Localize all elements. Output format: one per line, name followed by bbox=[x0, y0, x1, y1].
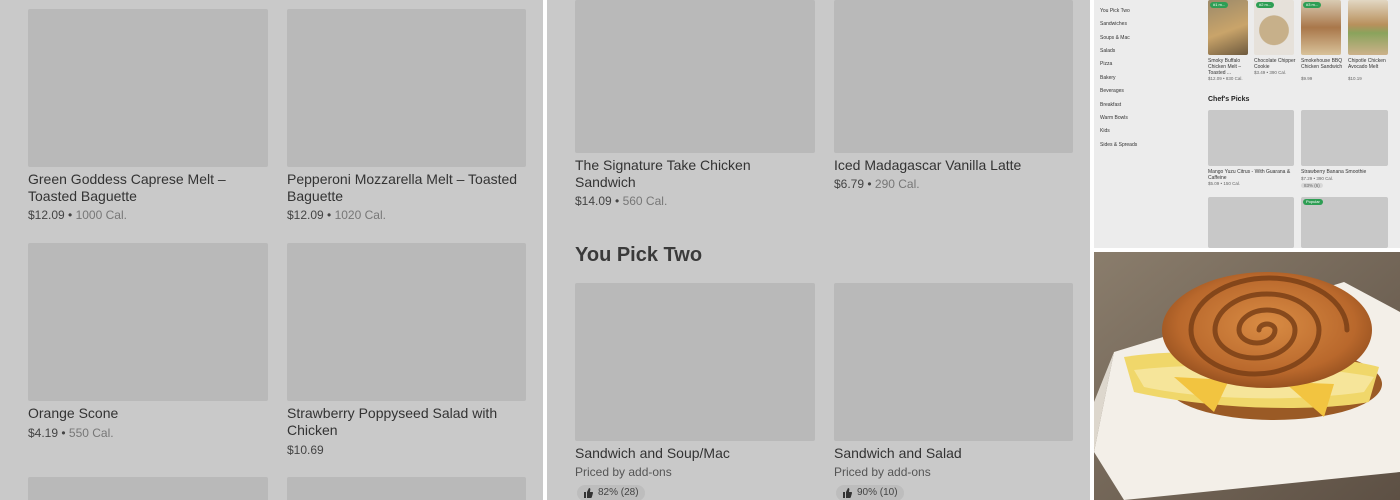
item-price: $3.49 • 390 Cal. bbox=[1254, 70, 1287, 75]
item-title[interactable]: Smoky Buffalo Chicken Melt – Toasted ... bbox=[1208, 58, 1250, 76]
item-title[interactable]: Strawberry Poppyseed Salad with Chicken bbox=[287, 405, 527, 439]
item-title[interactable]: Green Goddess Caprese Melt – Toasted Bag… bbox=[28, 171, 268, 205]
category-link[interactable]: Sandwiches bbox=[1100, 21, 1127, 27]
rating-badge: 90% (10) bbox=[836, 485, 904, 500]
item-price: $5.09 • 150 Cal. bbox=[1208, 181, 1241, 186]
rank-badge: #1 m... bbox=[1210, 2, 1229, 8]
item-image[interactable] bbox=[575, 283, 815, 441]
item-image[interactable] bbox=[834, 283, 1073, 441]
item-title[interactable]: Sandwich and Soup/Mac bbox=[575, 445, 815, 462]
item-price: $7.29 • 390 Cal. bbox=[1301, 176, 1334, 181]
item-subtitle: Priced by add-ons bbox=[834, 465, 931, 479]
category-link[interactable]: Beverages bbox=[1100, 88, 1124, 94]
cinnamon-roll-sandwich-image bbox=[1094, 252, 1400, 500]
item-price: $10.69 bbox=[287, 443, 324, 457]
section-title: You Pick Two bbox=[575, 244, 703, 266]
breakfast-sandwich-photo bbox=[1094, 252, 1400, 500]
item-image[interactable] bbox=[28, 477, 268, 500]
menu-panel-middle: The Signature Take Chicken Sandwich $14.… bbox=[547, 0, 1090, 500]
item-image[interactable] bbox=[287, 477, 526, 500]
item-title[interactable]: Chocolate Chipper Cookie bbox=[1254, 58, 1296, 70]
item-title[interactable]: Chipotle Chicken Avocado Melt bbox=[1348, 58, 1390, 70]
thumbs-up-icon bbox=[584, 488, 593, 498]
item-title[interactable]: Smokehouse BBQ Chicken Sandwich bbox=[1301, 58, 1343, 70]
item-title[interactable]: Mango Yuzu Citrus - With Guarana & Caffe… bbox=[1208, 169, 1296, 181]
item-price: $6.79 • 290 Cal. bbox=[834, 177, 920, 191]
item-price: $14.09 • 560 Cal. bbox=[575, 194, 668, 208]
rank-badge: #3 m... bbox=[1303, 2, 1322, 8]
item-image[interactable] bbox=[1301, 110, 1388, 166]
category-link[interactable]: Bakery bbox=[1100, 75, 1116, 81]
item-image[interactable] bbox=[1208, 110, 1294, 166]
item-price: $10.19 bbox=[1348, 76, 1362, 81]
item-price: $12.09 • 1020 Cal. bbox=[287, 208, 386, 222]
category-link[interactable]: You Pick Two bbox=[1100, 8, 1130, 14]
menu-panel-left: Green Goddess Caprese Melt – Toasted Bag… bbox=[0, 0, 543, 500]
category-link[interactable]: Salads bbox=[1100, 48, 1115, 54]
rating-badge: 83% (6) bbox=[1301, 183, 1323, 188]
item-image[interactable] bbox=[287, 9, 526, 167]
item-image[interactable] bbox=[1208, 0, 1248, 55]
item-title[interactable]: Orange Scone bbox=[28, 405, 268, 422]
item-title[interactable]: Pepperoni Mozzarella Melt – Toasted Bagu… bbox=[287, 171, 527, 205]
item-image[interactable] bbox=[28, 9, 268, 167]
section-title: Chef's Picks bbox=[1208, 96, 1250, 103]
item-image[interactable] bbox=[834, 0, 1073, 153]
category-link[interactable]: Breakfast bbox=[1100, 102, 1121, 108]
item-image[interactable] bbox=[1301, 0, 1341, 55]
item-price: $12.09 • 1000 Cal. bbox=[28, 208, 127, 222]
item-price: $9.99 bbox=[1301, 76, 1313, 81]
item-title[interactable]: Sandwich and Salad bbox=[834, 445, 1074, 462]
item-title[interactable]: The Signature Take Chicken Sandwich bbox=[575, 157, 815, 191]
item-image[interactable] bbox=[28, 243, 268, 401]
store-page-thumbnail: You Pick Two Sandwiches Soups & Mac Sala… bbox=[1094, 0, 1400, 248]
rank-badge: #2 m... bbox=[1256, 2, 1275, 8]
category-link[interactable]: Sides & Spreads bbox=[1100, 142, 1137, 148]
item-image[interactable] bbox=[1254, 0, 1294, 55]
item-image[interactable] bbox=[1348, 0, 1388, 55]
thumbs-up-icon bbox=[843, 488, 852, 498]
item-image[interactable] bbox=[1208, 197, 1294, 248]
category-link[interactable]: Soups & Mac bbox=[1100, 35, 1130, 41]
item-price: $4.19 • 550 Cal. bbox=[28, 426, 114, 440]
item-subtitle: Priced by add-ons bbox=[575, 465, 672, 479]
item-title[interactable]: Iced Madagascar Vanilla Latte bbox=[834, 157, 1074, 174]
rating-badge: 82% (28) bbox=[577, 485, 645, 500]
item-price: $12.09 • 830 Cal. bbox=[1208, 76, 1243, 81]
category-link[interactable]: Warm Bowls bbox=[1100, 115, 1128, 121]
category-link[interactable]: Kids bbox=[1100, 128, 1110, 134]
item-image[interactable] bbox=[575, 0, 815, 153]
item-title[interactable]: Strawberry Banana Smoothie bbox=[1301, 169, 1389, 175]
item-image[interactable] bbox=[287, 243, 526, 401]
category-link[interactable]: Pizza bbox=[1100, 61, 1112, 67]
popular-badge: Popular bbox=[1303, 199, 1323, 205]
